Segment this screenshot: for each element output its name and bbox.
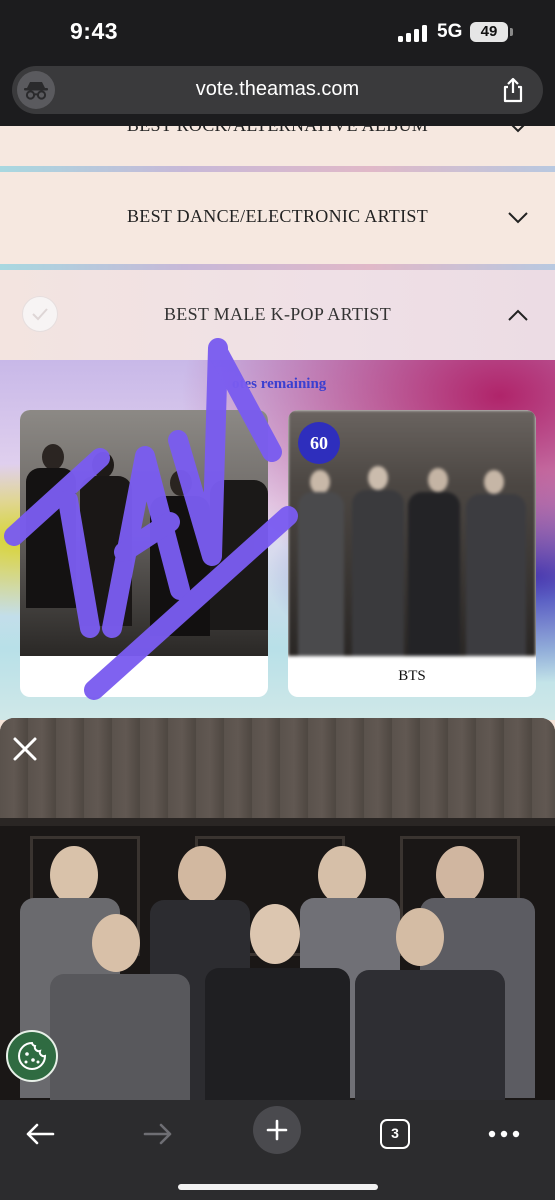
battery-tip: [510, 28, 513, 36]
network-type: 5G: [437, 21, 463, 42]
home-indicator: [178, 1184, 378, 1190]
chevron-up-icon: [508, 309, 528, 321]
nominee-card[interactable]: 60 BTS: [288, 410, 536, 697]
url-text[interactable]: vote.theamas.com: [72, 78, 483, 101]
vote-count-badge: 60: [298, 422, 340, 464]
incognito-icon[interactable]: [17, 71, 55, 109]
category-row-kpop[interactable]: BEST MALE K-POP ARTIST: [0, 270, 555, 360]
cookie-icon[interactable]: [6, 1030, 58, 1082]
signal-icon: [398, 24, 430, 42]
nominee-photo-preview: [0, 718, 555, 1100]
share-icon[interactable]: [499, 76, 527, 104]
status-time: 9:43: [70, 18, 119, 44]
chevron-down-icon: [511, 126, 525, 133]
tab-count: 3: [380, 1119, 410, 1149]
nominee-name: BTS: [398, 668, 426, 684]
category-label: BEST ROCK/ALTERNATIVE ALBUM: [0, 126, 555, 136]
web-page: BEST ROCK/ALTERNATIVE ALBUM BEST DANCE/E…: [0, 126, 555, 1100]
category-row-dance[interactable]: BEST DANCE/ELECTRONIC ARTIST: [0, 172, 555, 264]
forward-icon[interactable]: [136, 1112, 180, 1156]
category-label: BEST DANCE/ELECTRONIC ARTIST: [127, 206, 428, 226]
address-bar[interactable]: vote.theamas.com: [12, 66, 543, 114]
nominee-photo: [20, 410, 268, 656]
battery-icon: 49: [470, 22, 508, 42]
plus-icon: [266, 1119, 288, 1141]
new-tab-button[interactable]: [253, 1106, 301, 1154]
chevron-down-icon: [508, 212, 528, 224]
voting-panel: otes remaining 60 BTS: [0, 360, 555, 720]
back-icon[interactable]: [18, 1112, 62, 1156]
nominee-card[interactable]: [20, 410, 268, 697]
category-label: BEST MALE K-POP ARTIST: [163, 304, 392, 324]
status-bar: 9:43 5G 49: [0, 0, 555, 62]
tab-switcher-button[interactable]: 3: [373, 1112, 417, 1156]
close-icon[interactable]: [10, 734, 40, 764]
more-icon[interactable]: [482, 1112, 526, 1156]
nominee-name: [20, 656, 268, 697]
category-row-rock[interactable]: BEST ROCK/ALTERNATIVE ALBUM: [0, 126, 555, 166]
votes-remaining: otes remaining: [232, 376, 327, 392]
